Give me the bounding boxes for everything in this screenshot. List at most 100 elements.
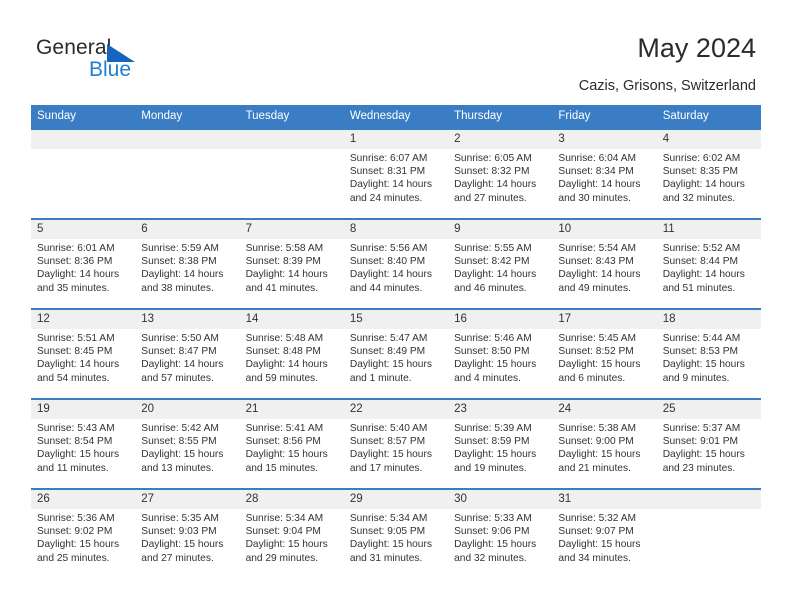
sunrise-text: Sunrise: 5:32 AM bbox=[558, 513, 636, 524]
daylight-text-line2: and 21 minutes. bbox=[558, 462, 631, 474]
calendar-day-cell[interactable]: 20 Sunrise: 5:42 AM Sunset: 8:55 PM Dayligh… bbox=[135, 398, 240, 489]
sunrise-text: Sunrise: 5:45 AM bbox=[558, 333, 636, 344]
sunrise-text: Sunrise: 5:58 AM bbox=[245, 243, 324, 254]
daylight-text-line1: Daylight: 15 hours bbox=[349, 449, 432, 461]
day-number: 2 bbox=[448, 130, 553, 149]
calendar-day-cell[interactable]: 29 Sunrise: 5:34 AM Sunset: 9:05 PM Dayligh… bbox=[343, 488, 449, 578]
weekday-header-saturday: Saturday bbox=[656, 105, 761, 129]
calendar-day-cell[interactable]: 25 Sunrise: 5:37 AM Sunset: 9:01 PM Dayligh… bbox=[656, 398, 761, 489]
sunset-text: Sunset: 8:34 PM bbox=[558, 166, 634, 178]
sunrise-text: Sunrise: 6:07 AM bbox=[349, 153, 428, 164]
day-details: Sunrise: 5:47 AM Sunset: 8:49 PM Daylight:… bbox=[344, 329, 448, 385]
calendar-day-cell[interactable]: 3 Sunrise: 6:04 AM Sunset: 8:34 PM Daylight… bbox=[552, 128, 657, 219]
sunrise-text: Sunrise: 5:37 AM bbox=[662, 423, 741, 434]
sunset-text: Sunset: 9:04 PM bbox=[245, 526, 321, 538]
daylight-text-line1: Daylight: 14 hours bbox=[454, 269, 537, 281]
sunset-text: Sunset: 9:03 PM bbox=[141, 526, 217, 538]
sunset-text: Sunset: 8:48 PM bbox=[245, 346, 321, 358]
calendar-day-cell[interactable]: 9 Sunrise: 5:55 AM Sunset: 8:42 PM Daylight… bbox=[448, 218, 553, 309]
sunset-text: Sunset: 8:55 PM bbox=[141, 436, 217, 448]
daylight-text-line1: Daylight: 14 hours bbox=[141, 359, 224, 371]
calendar-day-cell[interactable]: 13 Sunrise: 5:50 AM Sunset: 8:47 PM Dayligh… bbox=[135, 308, 240, 399]
calendar-day-cell[interactable]: 8 Sunrise: 5:56 AM Sunset: 8:40 PM Daylight… bbox=[343, 218, 449, 309]
daylight-text-line1: Daylight: 15 hours bbox=[245, 449, 328, 461]
calendar-week-row: 1 Sunrise: 6:07 AM Sunset: 8:31 PM Daylight… bbox=[31, 128, 761, 219]
weekday-header-friday: Friday bbox=[552, 105, 657, 129]
daylight-text-line1: Daylight: 15 hours bbox=[558, 359, 641, 371]
day-number: 27 bbox=[135, 490, 240, 509]
weekday-header-tuesday: Tuesday bbox=[239, 105, 344, 129]
day-number: 14 bbox=[239, 310, 344, 329]
calendar-day-cell[interactable]: 27 Sunrise: 5:35 AM Sunset: 9:03 PM Dayligh… bbox=[135, 488, 240, 578]
calendar-day-cell[interactable]: 16 Sunrise: 5:46 AM Sunset: 8:50 PM Dayligh… bbox=[448, 308, 553, 399]
calendar-day-cell[interactable]: 22 Sunrise: 5:40 AM Sunset: 8:57 PM Dayligh… bbox=[343, 398, 449, 489]
day-details: Sunrise: 5:45 AM Sunset: 8:52 PM Daylight:… bbox=[552, 329, 656, 385]
calendar-day-cell[interactable]: 21 Sunrise: 5:41 AM Sunset: 8:56 PM Dayligh… bbox=[239, 398, 344, 489]
calendar-grid: Sunday Monday Tuesday Wednesday Thursday… bbox=[31, 105, 761, 578]
page-header: General Blue May 2024 Cazis, Grisons, Sw… bbox=[0, 0, 792, 104]
day-details: Sunrise: 6:04 AM Sunset: 8:34 PM Daylight:… bbox=[552, 149, 656, 205]
calendar-week-row: 19 Sunrise: 5:43 AM Sunset: 8:54 PM Dayligh… bbox=[31, 398, 761, 489]
daylight-text-line2: and 32 minutes. bbox=[662, 192, 736, 204]
daylight-text-line2: and 13 minutes. bbox=[141, 462, 214, 474]
calendar-day-cell[interactable]: 28 Sunrise: 5:34 AM Sunset: 9:04 PM Dayligh… bbox=[239, 488, 344, 578]
day-number bbox=[31, 130, 136, 149]
daylight-text-line1: Daylight: 14 hours bbox=[37, 269, 120, 281]
calendar-day-cell[interactable]: 12 Sunrise: 5:51 AM Sunset: 8:45 PM Dayligh… bbox=[31, 308, 136, 399]
day-number: 4 bbox=[656, 130, 761, 149]
daylight-text-line2: and 30 minutes. bbox=[558, 192, 631, 204]
calendar-day-cell[interactable]: 31 Sunrise: 5:32 AM Sunset: 9:07 PM Dayligh… bbox=[552, 488, 657, 578]
sunset-text: Sunset: 9:05 PM bbox=[349, 526, 426, 538]
daylight-text-line1: Daylight: 14 hours bbox=[662, 179, 745, 191]
daylight-text-line1: Daylight: 15 hours bbox=[141, 449, 224, 461]
weekday-header-wednesday: Wednesday bbox=[343, 105, 449, 129]
calendar-day-cell[interactable]: 26 Sunrise: 5:36 AM Sunset: 9:02 PM Dayligh… bbox=[31, 488, 136, 578]
calendar-day-cell[interactable]: 10 Sunrise: 5:54 AM Sunset: 8:43 PM Dayligh… bbox=[552, 218, 657, 309]
sunrise-text: Sunrise: 5:34 AM bbox=[349, 513, 428, 524]
daylight-text-line1: Daylight: 14 hours bbox=[454, 179, 537, 191]
day-number bbox=[239, 130, 344, 149]
sunrise-text: Sunrise: 5:52 AM bbox=[662, 243, 741, 254]
calendar-day-cell-empty bbox=[31, 128, 136, 219]
calendar-day-cell[interactable]: 17 Sunrise: 5:45 AM Sunset: 8:52 PM Dayligh… bbox=[552, 308, 657, 399]
calendar-day-cell[interactable]: 14 Sunrise: 5:48 AM Sunset: 8:48 PM Dayligh… bbox=[239, 308, 344, 399]
day-details: Sunrise: 6:05 AM Sunset: 8:32 PM Daylight:… bbox=[448, 149, 552, 205]
calendar-day-cell[interactable]: 7 Sunrise: 5:58 AM Sunset: 8:39 PM Daylight… bbox=[239, 218, 344, 309]
calendar-day-cell[interactable]: 19 Sunrise: 5:43 AM Sunset: 8:54 PM Dayligh… bbox=[31, 398, 136, 489]
daylight-text-line1: Daylight: 14 hours bbox=[37, 359, 120, 371]
calendar-day-cell[interactable]: 2 Sunrise: 6:05 AM Sunset: 8:32 PM Daylight… bbox=[448, 128, 553, 219]
calendar-day-cell[interactable]: 11 Sunrise: 5:52 AM Sunset: 8:44 PM Dayligh… bbox=[656, 218, 761, 309]
sunset-text: Sunset: 9:00 PM bbox=[558, 436, 634, 448]
day-number: 11 bbox=[656, 220, 761, 239]
daylight-text-line2: and 54 minutes. bbox=[37, 372, 110, 384]
sunset-text: Sunset: 9:07 PM bbox=[558, 526, 634, 538]
calendar-day-cell[interactable]: 6 Sunrise: 5:59 AM Sunset: 8:38 PM Daylight… bbox=[135, 218, 240, 309]
calendar-day-cell[interactable]: 30 Sunrise: 5:33 AM Sunset: 9:06 PM Dayligh… bbox=[448, 488, 553, 578]
calendar-day-cell-empty bbox=[239, 128, 344, 219]
calendar-day-cell[interactable]: 23 Sunrise: 5:39 AM Sunset: 8:59 PM Dayligh… bbox=[448, 398, 553, 489]
daylight-text-line2: and 23 minutes. bbox=[662, 462, 736, 474]
day-number: 16 bbox=[448, 310, 553, 329]
day-number: 19 bbox=[31, 400, 136, 419]
calendar-day-cell[interactable]: 4 Sunrise: 6:02 AM Sunset: 8:35 PM Daylight… bbox=[656, 128, 761, 219]
sunset-text: Sunset: 8:35 PM bbox=[662, 166, 739, 178]
calendar-day-cell[interactable]: 24 Sunrise: 5:38 AM Sunset: 9:00 PM Dayligh… bbox=[552, 398, 657, 489]
calendar-day-cell[interactable]: 5 Sunrise: 6:01 AM Sunset: 8:36 PM Daylight… bbox=[31, 218, 136, 309]
calendar-body: 1 Sunrise: 6:07 AM Sunset: 8:31 PM Daylight… bbox=[31, 128, 761, 578]
day-details: Sunrise: 5:50 AM Sunset: 8:47 PM Daylight:… bbox=[135, 329, 239, 385]
day-details: Sunrise: 5:59 AM Sunset: 8:38 PM Daylight:… bbox=[135, 239, 239, 295]
daylight-text-line2: and 9 minutes. bbox=[662, 372, 730, 384]
page-subtitle: Cazis, Grisons, Switzerland bbox=[578, 78, 756, 94]
calendar-day-cell[interactable]: 1 Sunrise: 6:07 AM Sunset: 8:31 PM Daylight… bbox=[343, 128, 449, 219]
sunrise-text: Sunrise: 5:59 AM bbox=[141, 243, 219, 254]
sunrise-text: Sunrise: 5:42 AM bbox=[141, 423, 219, 434]
daylight-text-line1: Daylight: 14 hours bbox=[245, 359, 328, 371]
sunset-text: Sunset: 8:39 PM bbox=[245, 256, 321, 268]
daylight-text-line1: Daylight: 14 hours bbox=[349, 269, 432, 281]
day-number: 1 bbox=[343, 130, 449, 149]
calendar-day-cell[interactable]: 18 Sunrise: 5:44 AM Sunset: 8:53 PM Dayligh… bbox=[656, 308, 761, 399]
calendar-day-cell[interactable]: 15 Sunrise: 5:47 AM Sunset: 8:49 PM Dayligh… bbox=[343, 308, 449, 399]
day-number: 18 bbox=[656, 310, 761, 329]
daylight-text-line1: Daylight: 15 hours bbox=[245, 539, 328, 551]
sunrise-text: Sunrise: 5:34 AM bbox=[245, 513, 324, 524]
